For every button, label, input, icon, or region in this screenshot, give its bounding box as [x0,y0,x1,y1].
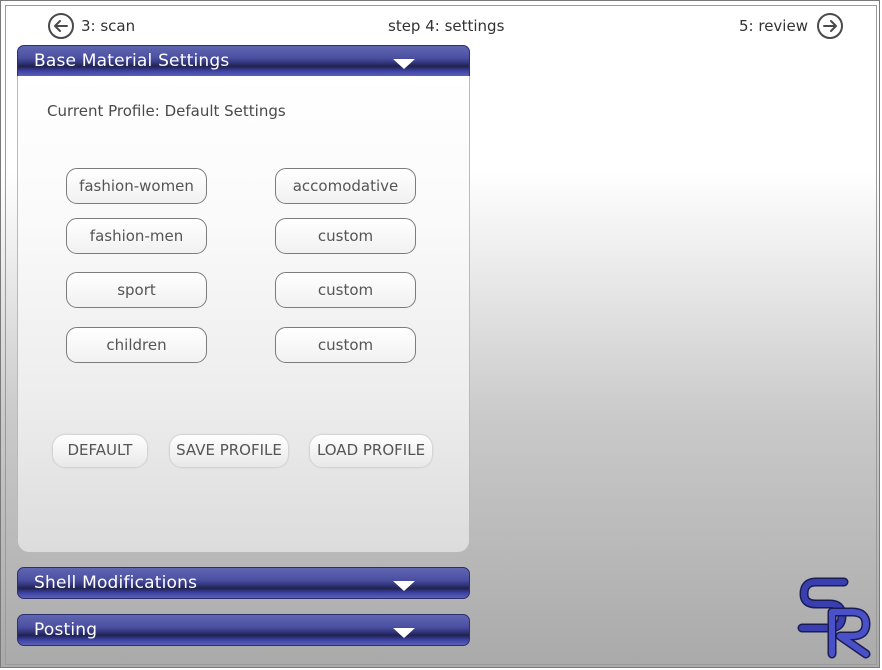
section-title: Shell Modifications [34,573,198,593]
triangle-down-icon [393,628,415,638]
profile-button-accomodative[interactable]: accomodative [275,168,416,204]
section-title: Base Material Settings [34,51,230,71]
app-window: 3: scan step 4: settings 5: review Base … [0,0,880,668]
profile-button-custom-3[interactable]: custom [275,327,416,363]
default-button[interactable]: DEFAULT [53,435,147,467]
profile-button-custom-1[interactable]: custom [275,218,416,254]
save-profile-button[interactable]: SAVE PROFILE [170,435,288,467]
base-material-panel: Current Profile: Default Settings fashio… [17,76,470,553]
forward-arrow-icon[interactable] [817,13,843,39]
load-profile-button[interactable]: LOAD PROFILE [310,435,432,467]
prev-step-link[interactable]: 3: scan [81,17,135,35]
next-step-link[interactable]: 5: review [739,17,808,35]
back-arrow-icon[interactable] [48,13,74,39]
profile-button-fashion-women[interactable]: fashion-women [66,168,207,204]
current-step-label: step 4: settings [388,17,505,35]
current-profile-label: Current Profile: Default Settings [47,102,286,120]
profile-button-fashion-men[interactable]: fashion-men [66,218,207,254]
profile-button-custom-2[interactable]: custom [275,272,416,308]
section-header-shell-modifications[interactable]: Shell Modifications [17,567,470,599]
sr-logo [797,577,871,659]
section-title: Posting [34,620,98,640]
section-header-base-material[interactable]: Base Material Settings [17,45,470,77]
triangle-down-icon [393,59,415,69]
profile-button-children[interactable]: children [66,327,207,363]
section-header-posting[interactable]: Posting [17,614,470,646]
profile-button-sport[interactable]: sport [66,272,207,308]
triangle-down-icon [393,581,415,591]
